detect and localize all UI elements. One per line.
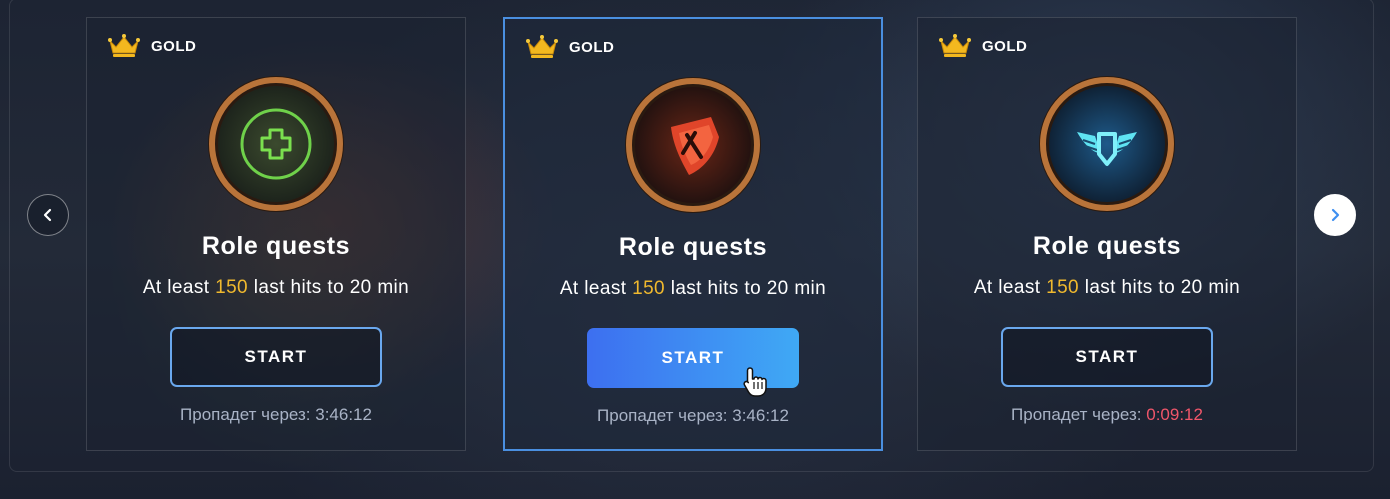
tier-label: GOLD [569, 38, 615, 56]
tier-label: GOLD [982, 37, 1028, 55]
start-button[interactable]: START [170, 327, 382, 387]
tier-label: GOLD [151, 37, 197, 55]
quest-card-selected: GOLD Role quests At least 150 last hits … [503, 17, 883, 451]
crown-icon [939, 34, 971, 57]
crown-icon [526, 35, 558, 58]
tier-badge: GOLD [525, 33, 614, 61]
target-value: 150 [632, 278, 666, 299]
expires-time-warning: 0:09:12 [1146, 405, 1203, 424]
card-title: Role quests [201, 232, 351, 260]
expires-timer: Пропадет через: 3:46:12 [597, 406, 789, 425]
crown-icon [108, 34, 140, 57]
carousel-next-button[interactable] [1314, 194, 1356, 236]
expires-time: 3:46:12 [315, 405, 372, 424]
card-title: Role quests [618, 233, 768, 261]
tier-badge: GOLD [107, 32, 196, 60]
winged-crest-icon [1039, 76, 1175, 212]
fighter-shield-icon [625, 77, 761, 213]
card-title: Role quests [1032, 232, 1182, 260]
quest-card: GOLD Role quests At least 150 last hits … [86, 17, 466, 451]
card-description: At least 150 last hits to 20 min [559, 278, 827, 299]
card-description: At least 150 last hits to 20 min [142, 277, 410, 298]
tier-badge: GOLD [938, 32, 1027, 60]
quest-card: GOLD Role quests At least 150 last hits … [917, 17, 1297, 451]
expires-timer: Пропадет через: 0:09:12 [1011, 405, 1203, 424]
start-button[interactable]: START [1001, 327, 1213, 387]
support-cross-icon [208, 76, 344, 212]
expires-timer: Пропадет через: 3:46:12 [180, 405, 372, 424]
chevron-right-icon [1331, 208, 1340, 222]
expires-time: 3:46:12 [732, 406, 789, 425]
carousel-prev-button[interactable] [27, 194, 69, 236]
target-value: 150 [215, 277, 249, 298]
card-description: At least 150 last hits to 20 min [973, 277, 1241, 298]
hand-pointer-cursor-icon [743, 367, 767, 397]
chevron-left-icon [43, 208, 52, 222]
target-value: 150 [1046, 277, 1080, 298]
